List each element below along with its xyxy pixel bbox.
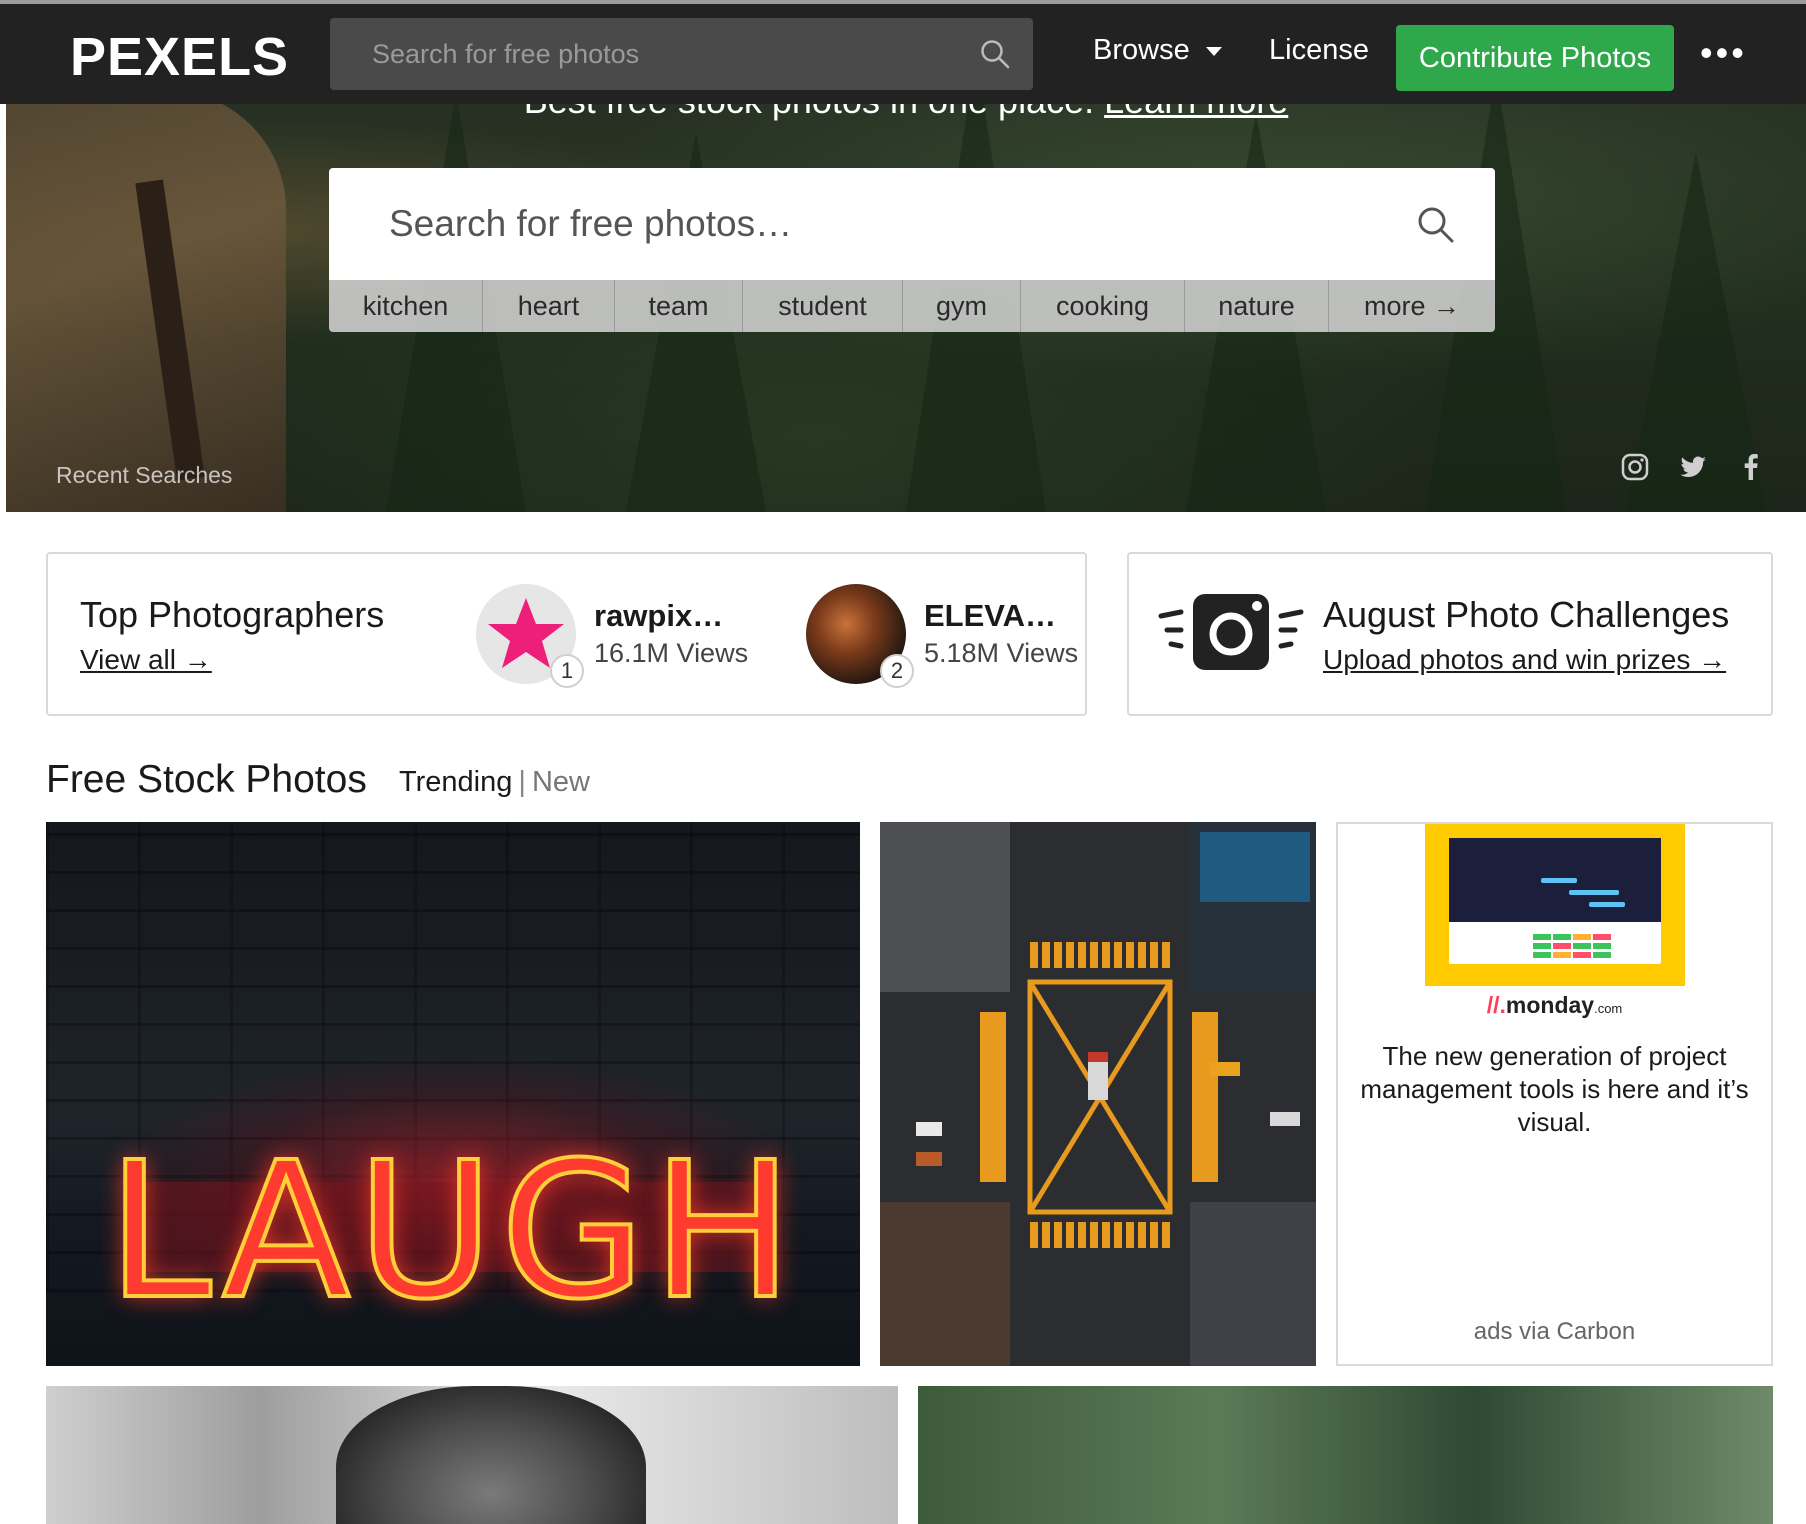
rank-badge: 2 (880, 654, 914, 688)
browse-menu[interactable]: Browse (1093, 34, 1222, 67)
suggested-tags: kitchen heart team student gym cooking n… (329, 280, 1495, 332)
tab-trending[interactable]: Trending (399, 766, 512, 798)
ad-screenshot-mockup (1449, 838, 1661, 964)
nav-search-input[interactable] (370, 18, 950, 90)
photographer-item[interactable]: 2 ELEVA… 5.18M Views (806, 584, 1106, 688)
neon-sign-text: LAUGH (105, 1120, 800, 1343)
tag-cooking[interactable]: cooking (1021, 280, 1185, 332)
twitter-icon[interactable] (1678, 452, 1708, 482)
photo-laugh-neon[interactable]: LAUGH (46, 822, 860, 1366)
view-all-link[interactable]: View all → (80, 644, 212, 676)
tag-gym[interactable]: gym (903, 280, 1021, 332)
nav-search-box (330, 18, 1033, 90)
aerial-intersection-illustration (880, 822, 1316, 1366)
ad-brand-name: monday (1505, 992, 1595, 1018)
hero-search-input[interactable] (387, 168, 1367, 280)
instagram-icon[interactable] (1620, 452, 1650, 482)
hero-hiker-figure (6, 90, 286, 512)
license-link[interactable]: License (1269, 34, 1369, 67)
photo-challenges-card: August Photo Challenges Upload photos an… (1127, 552, 1773, 716)
photographer-views: 16.1M Views (594, 638, 749, 668)
tag-more[interactable]: more → (1329, 280, 1495, 332)
photographer-name: ELEVA… (924, 598, 1057, 633)
tag-kitchen[interactable]: kitchen (329, 280, 483, 332)
challenges-title: August Photo Challenges (1323, 594, 1730, 635)
tag-heart[interactable]: heart (483, 280, 615, 332)
top-photographers-title: Top Photographers (80, 594, 385, 635)
photographer-name: rawpix… (594, 598, 724, 633)
top-photographers-card: Top Photographers View all → 1 rawpix… 1… (46, 552, 1087, 716)
section-title: Free Stock Photos (46, 758, 367, 801)
photo-man-portrait[interactable] (46, 1386, 898, 1524)
tag-team[interactable]: team (615, 280, 743, 332)
chevron-down-icon (1205, 46, 1222, 56)
ad-image[interactable] (1425, 824, 1685, 986)
facebook-icon[interactable] (1736, 452, 1766, 482)
portrait-head-shape (336, 1386, 646, 1524)
ads-via-carbon-link[interactable]: ads via Carbon (1338, 1318, 1771, 1346)
photo-forest-blur[interactable] (918, 1386, 1773, 1524)
recent-searches-label[interactable]: Recent Searches (56, 462, 232, 489)
tab-new[interactable]: New (532, 766, 590, 798)
camera-icon (1158, 594, 1304, 670)
social-links (1620, 452, 1766, 482)
section-tabs: Trending | New (399, 766, 590, 799)
browse-label: Browse (1093, 34, 1190, 66)
top-navigation-bar: PEXELS Browse License Contribute Photos … (0, 0, 1806, 104)
rank-badge: 1 (550, 654, 584, 688)
ad-brand-suffix: .com (1594, 1001, 1623, 1016)
ad-brand-logo[interactable]: //.monday.com (1338, 992, 1771, 1019)
more-menu-icon[interactable]: ••• (1700, 32, 1747, 74)
photographer-views: 5.18M Views (924, 638, 1079, 668)
contribute-photos-button[interactable]: Contribute Photos (1396, 25, 1674, 91)
sponsored-ad-card: //.monday.com The new generation of proj… (1336, 822, 1773, 1366)
pexels-logo[interactable]: PEXELS (70, 26, 289, 88)
search-icon[interactable] (1415, 204, 1455, 244)
tag-student[interactable]: student (743, 280, 903, 332)
hero-search-box (329, 168, 1495, 280)
ad-dashboard-illustration (1533, 878, 1625, 958)
photo-aerial-intersection[interactable] (880, 822, 1316, 1366)
tab-separator: | (518, 766, 526, 798)
photographer-item[interactable]: 1 rawpix… 16.1M Views (476, 584, 776, 688)
ad-copy-text[interactable]: The new generation of project management… (1358, 1040, 1751, 1139)
search-icon[interactable] (979, 38, 1011, 70)
tag-nature[interactable]: nature (1185, 280, 1329, 332)
monday-logo-icon: //. (1486, 992, 1506, 1018)
upload-photos-link[interactable]: Upload photos and win prizes → (1323, 644, 1726, 676)
